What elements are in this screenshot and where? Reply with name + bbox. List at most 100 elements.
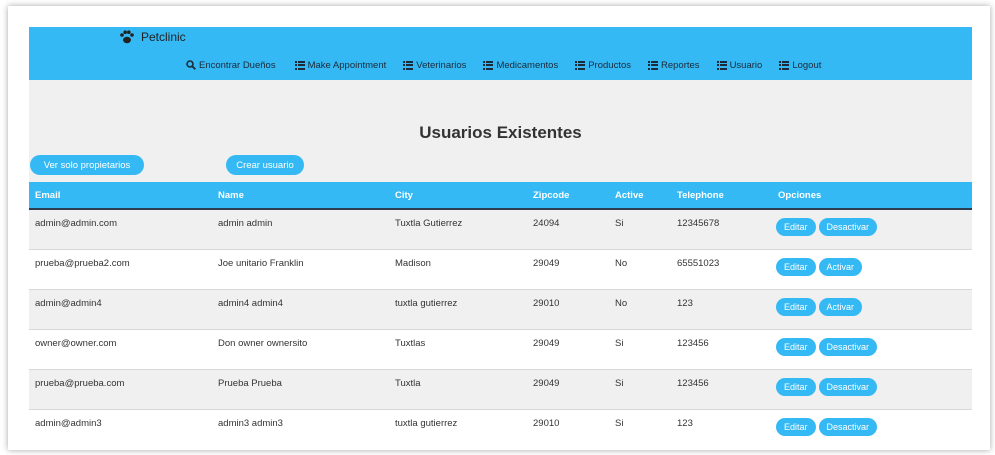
row-actions: Editar Desactivar — [776, 378, 878, 396]
cell-email: admin@admin3 — [35, 418, 102, 429]
cell-city: Madison — [395, 258, 431, 269]
nav-item-label: Make Appointment — [307, 59, 387, 71]
nav-item-medicamentos[interactable]: Medicamentos — [483, 60, 558, 71]
table-header: Email Name City Zipcode Active Telephone… — [29, 182, 972, 210]
cell-telephone: 123456 — [677, 338, 709, 349]
nav-item-label: Logout — [792, 59, 822, 71]
brand[interactable]: Petclinic — [119, 28, 186, 46]
cell-email: admin@admin4 — [35, 298, 102, 309]
cell-zipcode: 29049 — [533, 258, 560, 269]
list-icon — [716, 60, 727, 70]
cell-active: No — [615, 258, 628, 269]
cell-city: tuxtla gutierrez — [395, 298, 458, 309]
list-icon — [403, 60, 414, 70]
table-row: prueba@prueba2.com Joe unitario Franklin… — [29, 250, 972, 290]
nav-item-label: Productos — [588, 59, 631, 71]
nav-item-logout[interactable]: Logout — [779, 60, 821, 71]
edit-button[interactable]: Editar — [776, 218, 816, 236]
table-row: admin@admin.com admin admin Tuxtla Gutie… — [29, 210, 972, 250]
paw-icon — [120, 30, 134, 44]
edit-button[interactable]: Editar — [776, 418, 816, 436]
cell-zipcode: 29010 — [533, 418, 560, 429]
edit-button[interactable]: Editar — [776, 378, 816, 396]
nav-item-veterinarios[interactable]: Veterinarios — [403, 60, 466, 71]
column-header-name: Name — [218, 190, 244, 201]
nav-item-usuario[interactable]: Usuario — [716, 59, 763, 71]
navbar: Petclinic Encontrar Dueños Make Appointm… — [29, 27, 972, 80]
row-actions: Editar Desactivar — [776, 338, 878, 356]
cell-telephone: 12345678 — [677, 218, 720, 229]
nav-item-label: Encontrar Dueños — [199, 59, 276, 71]
list-icon — [294, 60, 305, 70]
cell-telephone: 123456 — [677, 378, 709, 389]
cell-active: Si — [615, 378, 624, 389]
row-actions: Editar Activar — [776, 298, 863, 316]
row-actions: Editar Desactivar — [776, 218, 878, 236]
nav-item-productos[interactable]: Productos — [575, 60, 631, 71]
deactivate-button[interactable]: Desactivar — [818, 418, 878, 436]
nav-item-label: Veterinarios — [416, 59, 467, 71]
column-header-email: Email — [35, 190, 61, 201]
column-header-city: City — [395, 190, 413, 201]
cell-email: prueba@prueba.com — [35, 378, 125, 389]
nav-item-make-appointment[interactable]: Make Appointment — [294, 59, 387, 71]
edit-button[interactable]: Editar — [776, 298, 816, 316]
nav-menu: Encontrar Dueños Make Appointment Veteri… — [186, 57, 838, 73]
cell-active: No — [615, 298, 628, 309]
activate-button[interactable]: Activar — [818, 258, 863, 276]
column-header-options: Opciones — [778, 190, 822, 201]
brand-name: Petclinic — [141, 30, 186, 44]
nav-item-label: Medicamentos — [496, 59, 559, 71]
nav-item-label: Reportes — [661, 59, 700, 71]
nav-item-reportes[interactable]: Reportes — [648, 60, 700, 71]
list-icon — [575, 60, 586, 70]
edit-button[interactable]: Editar — [776, 338, 816, 356]
cell-zipcode: 24094 — [533, 218, 560, 229]
page-title: Usuarios Existentes — [419, 123, 582, 142]
column-header-telephone: Telephone — [677, 190, 724, 201]
cell-name: Don owner ownersito — [218, 338, 308, 349]
cell-active: Si — [615, 418, 624, 429]
deactivate-button[interactable]: Desactivar — [818, 338, 878, 356]
cell-email: owner@owner.com — [35, 338, 117, 349]
cell-city: Tuxtla — [395, 378, 421, 389]
list-icon — [648, 60, 658, 70]
activate-button[interactable]: Activar — [818, 298, 863, 316]
cell-name: Joe unitario Franklin — [218, 258, 304, 269]
deactivate-button[interactable]: Desactivar — [818, 378, 878, 396]
cell-telephone: 65551023 — [677, 258, 720, 269]
cell-city: tuxtla gutierrez — [395, 418, 458, 429]
cell-city: Tuxtlas — [395, 338, 426, 349]
list-icon — [779, 60, 790, 70]
cell-city: Tuxtla Gutierrez — [395, 218, 463, 229]
cell-name: admin admin — [218, 218, 273, 229]
column-header-zipcode: Zipcode — [533, 190, 570, 201]
create-user-button[interactable]: Crear usuario — [226, 155, 304, 175]
row-actions: Editar Desactivar — [776, 418, 878, 436]
cell-zipcode: 29049 — [533, 338, 560, 349]
nav-item-label: Usuario — [729, 59, 763, 71]
row-actions: Editar Activar — [776, 258, 863, 276]
list-icon — [483, 60, 494, 70]
nav-item-encontrar-duenos[interactable]: Encontrar Dueños — [186, 60, 276, 71]
column-header-active: Active — [615, 190, 644, 201]
cell-email: prueba@prueba2.com — [35, 258, 130, 269]
table-row: prueba@prueba.com Prueba Prueba Tuxtla 2… — [29, 370, 972, 410]
app-window: Petclinic Encontrar Dueños Make Appointm… — [29, 27, 972, 446]
cell-telephone: 123 — [677, 298, 693, 309]
deactivate-button[interactable]: Desactivar — [818, 218, 878, 236]
table-row: admin@admin4 admin4 admin4 tuxtla gutier… — [29, 290, 972, 330]
owners-only-button[interactable]: Ver solo propietarios — [30, 155, 144, 175]
cell-email: admin@admin.com — [35, 218, 117, 229]
cell-name: admin3 admin3 — [218, 418, 283, 429]
cell-zipcode: 29010 — [533, 298, 560, 309]
search-icon — [186, 60, 196, 70]
edit-button[interactable]: Editar — [776, 258, 816, 276]
cell-zipcode: 29049 — [533, 378, 560, 389]
cell-active: Si — [615, 338, 624, 349]
table-row: owner@owner.com Don owner ownersito Tuxt… — [29, 330, 972, 370]
cell-name: Prueba Prueba — [218, 378, 282, 389]
table-row: admin@admin3 admin3 admin3 tuxtla gutier… — [29, 410, 972, 446]
cell-telephone: 123 — [677, 418, 693, 429]
cell-active: Si — [615, 218, 624, 229]
